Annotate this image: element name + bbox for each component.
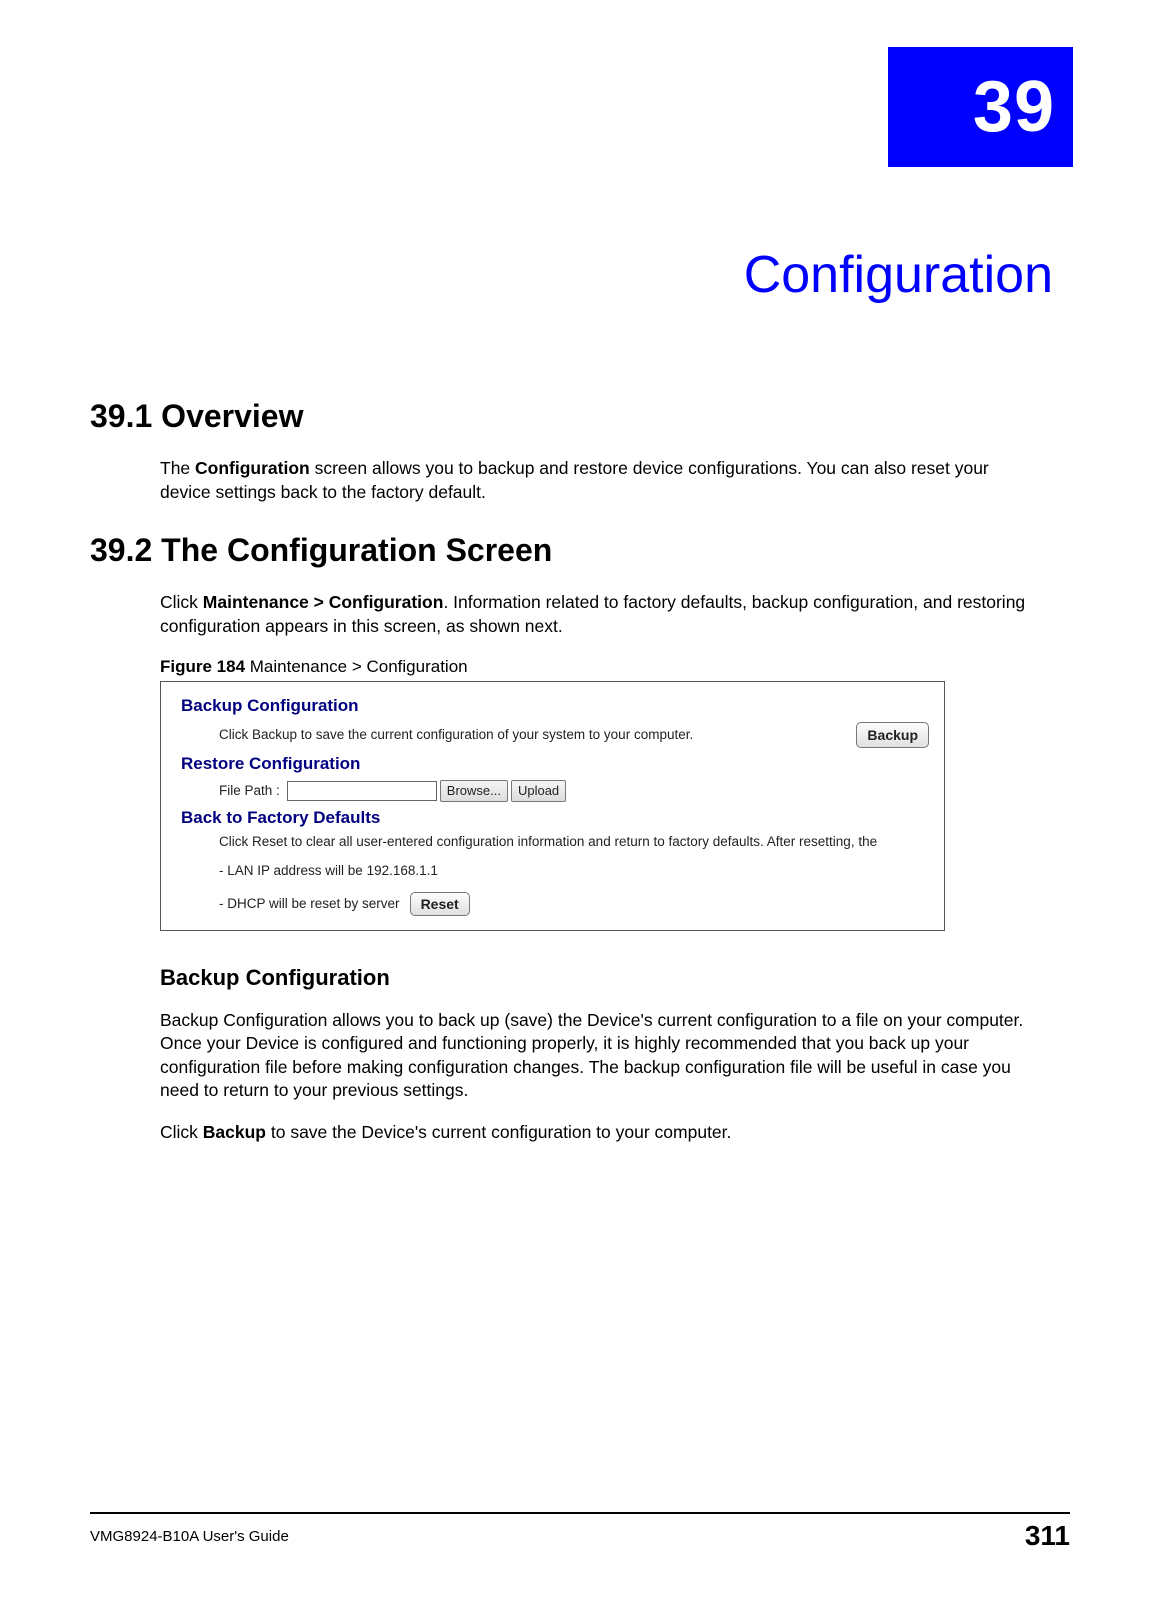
section-overview-body: The Configuration screen allows you to b… [160, 457, 1040, 504]
fig-bullet-lan: - LAN IP address will be 192.168.1.1 [219, 863, 934, 878]
chapter-title: Configuration [744, 245, 1053, 305]
figure-screenshot: Backup Configuration Click Backup to sav… [160, 681, 945, 931]
file-path-label: File Path : [219, 783, 280, 798]
backup-button[interactable]: Backup [856, 722, 929, 748]
subsection-backup-heading: Backup Configuration [160, 965, 1070, 991]
figure-caption: Figure 184 Maintenance > Configuration [160, 657, 1070, 677]
text: - LAN IP address will be 192.168.1.1 [219, 863, 438, 878]
upload-button[interactable]: Upload [511, 780, 566, 802]
bold-text: Backup [203, 1122, 266, 1142]
footer-page-number: 311 [1025, 1520, 1070, 1552]
text: - DHCP will be reset by server [219, 896, 400, 911]
file-path-input[interactable] [287, 781, 437, 801]
figure-title: Maintenance > Configuration [245, 657, 468, 676]
browse-button[interactable]: Browse... [440, 780, 508, 802]
section-configscreen-body: Click Maintenance > Configuration. Infor… [160, 591, 1040, 638]
fig-backup-text: Click Backup to save the current configu… [219, 727, 693, 742]
chapter-badge: 39 [888, 47, 1073, 167]
section-overview-heading: 39.1 Overview [90, 398, 1070, 435]
fig-defaults-title: Back to Factory Defaults [181, 808, 934, 828]
reset-button[interactable]: Reset [410, 892, 470, 916]
text: to save the Device's current configurati… [266, 1122, 731, 1142]
bold-text: Maintenance > Configuration [203, 592, 444, 612]
fig-restore-title: Restore Configuration [181, 754, 934, 774]
fig-backup-row: Click Backup to save the current configu… [219, 722, 929, 748]
fig-backup-title: Backup Configuration [181, 696, 934, 716]
bold-text: Configuration [195, 458, 310, 478]
figure-label: Figure 184 [160, 657, 245, 676]
fig-bullet-dhcp: - DHCP will be reset by server Reset [219, 892, 934, 916]
subsection-backup-para1: Backup Configuration allows you to back … [160, 1009, 1040, 1104]
subsection-backup-para2: Click Backup to save the Device's curren… [160, 1121, 1040, 1145]
page-footer: VMG8924-B10A User's Guide 311 [90, 1512, 1070, 1552]
text: Click [160, 592, 203, 612]
text: The [160, 458, 195, 478]
fig-defaults-text: Click Reset to clear all user-entered co… [219, 834, 934, 849]
section-configscreen-heading: 39.2 The Configuration Screen [90, 532, 1070, 569]
fig-restore-row: File Path : Browse... Upload [219, 780, 934, 802]
chapter-number: 39 [973, 66, 1055, 148]
page-content: 39.1 Overview The Configuration screen a… [90, 370, 1070, 1163]
footer-guide-name: VMG8924-B10A User's Guide [90, 1528, 289, 1545]
text: Click [160, 1122, 203, 1142]
